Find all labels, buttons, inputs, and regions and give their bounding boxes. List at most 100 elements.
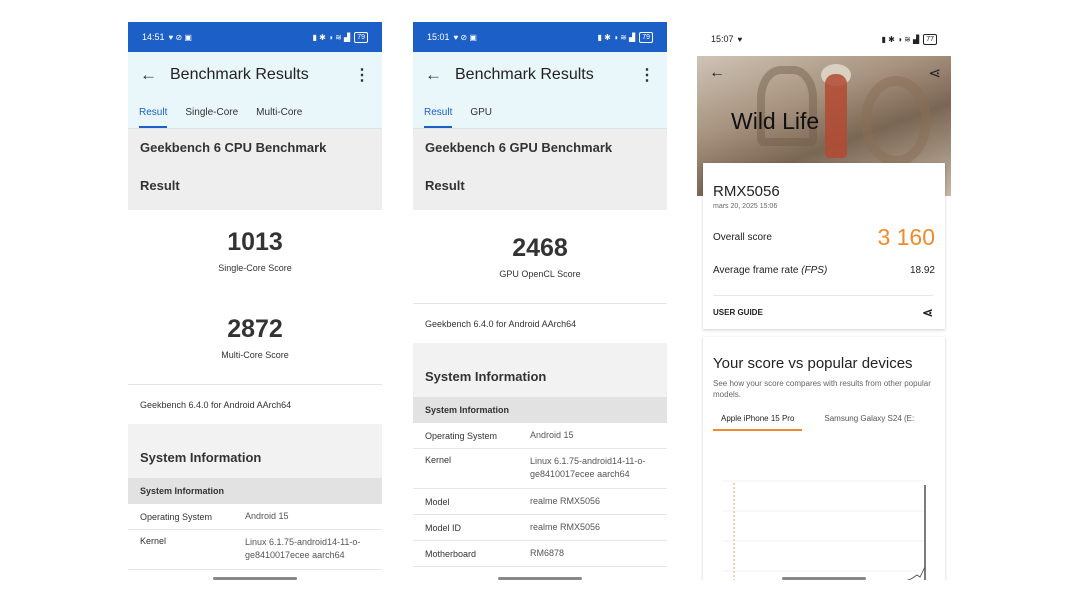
benchmark-header: Geekbench 6 GPU Benchmark Result [413, 129, 667, 210]
score-value: 1013 [227, 228, 283, 256]
status-time: 14:51 [142, 32, 165, 42]
overall-score-value: 3 160 [877, 224, 935, 250]
benchmark-title: Wild Life [731, 108, 820, 134]
version-text: Geekbench 6.4.0 for Android AArch64 [413, 303, 667, 343]
row-value: Android 15 [530, 430, 574, 440]
score-value: 2872 [227, 315, 283, 343]
table-row: Operating System Android 15 [128, 504, 382, 530]
status-time: 15:07 [711, 34, 734, 44]
frame-rate-unit: (FPS) [801, 265, 828, 276]
home-indicator[interactable] [498, 577, 582, 580]
hero-decoration [861, 76, 931, 166]
table-row: Model ID realme RMX5056 [413, 515, 667, 541]
frame-rate-label: Average frame rate (FPS) [713, 265, 827, 276]
table-row: Kernel Linux 6.1.75-android14-11-o-ge841… [413, 449, 667, 489]
row-value: realme RMX5056 [530, 522, 601, 532]
tab-result[interactable]: Result [139, 97, 168, 128]
system-icons: ▮ ✱ ◑ ≋ ▟ [881, 34, 920, 44]
result-heading: Result [140, 178, 180, 193]
hero-character [825, 74, 847, 158]
geekbench-gpu-screen: 15:01 ♥ ⊘ ▣ ▮ ✱ ◑ ≋ ▟ 79 ← Benchmark Resul… [413, 22, 667, 580]
tab-single-core[interactable]: Single-Core [185, 97, 238, 128]
row-key: Motherboard [425, 548, 477, 559]
benchmark-title: Geekbench 6 GPU Benchmark [425, 140, 613, 155]
row-value: Android 15 [245, 511, 289, 521]
table-row: Model realme RMX5056 [413, 489, 667, 515]
status-bar: 15:01 ♥ ⊘ ▣ ▮ ✱ ◑ ≋ ▟ 79 [413, 22, 667, 52]
share-icon[interactable]: ⋖ [922, 305, 933, 321]
system-information-heading: System Information [128, 424, 382, 478]
tab-bar: Result GPU [413, 97, 667, 129]
user-guide-link[interactable]: USER GUIDE [713, 308, 763, 317]
benchmark-header: Geekbench 6 CPU Benchmark Result [128, 129, 382, 210]
back-arrow-icon[interactable]: ← [140, 65, 170, 85]
more-vert-icon[interactable]: ⋮ [639, 65, 655, 85]
score-card: RMX5056 mars 20, 2025 15:06 Overall scor… [703, 163, 945, 329]
comparison-card: Your score vs popular devices See how yo… [703, 337, 945, 580]
row-value: Linux 6.1.75-android14-11-o-ge8410017ece… [245, 537, 361, 560]
device-name: RMX5056 [713, 183, 780, 200]
back-arrow-icon[interactable]: ← [425, 65, 455, 85]
frame-rate-row: Average frame rate (FPS) 18.92 [713, 265, 935, 276]
table-row: Motherboard RM6878 [413, 541, 667, 567]
row-value: RM6878 [530, 548, 565, 558]
back-arrow-icon[interactable]: ← [709, 64, 725, 82]
tab-gpu[interactable]: GPU [470, 97, 492, 128]
test-date: mars 20, 2025 15:06 [713, 203, 778, 210]
system-information-subheading: System Information [128, 478, 382, 504]
battery-icon: 79 [354, 31, 368, 43]
row-key: Operating System [140, 511, 213, 522]
frame-rate-value: 18.92 [909, 265, 935, 276]
battery-icon: 79 [639, 31, 653, 43]
score-label: GPU OpenCL Score [499, 269, 581, 279]
table-row: Operating System Android 15 [413, 423, 667, 449]
page-title: Benchmark Results [170, 65, 309, 83]
row-key: Operating System [425, 430, 498, 441]
notification-icons: ♥ [737, 34, 743, 44]
notification-icons: ♥ ⊘ ▣ [453, 32, 477, 42]
row-value: Linux 6.1.75-android14-11-o-ge8410017ece… [530, 456, 646, 479]
benchmark-title: Geekbench 6 CPU Benchmark [140, 140, 327, 155]
overall-score-row: Overall score 3 160 [713, 224, 935, 251]
home-indicator[interactable] [213, 577, 297, 580]
tab-samsung-galaxy-s24[interactable]: Samsung Galaxy S24 (E: [816, 414, 922, 431]
more-vert-icon[interactable]: ⋮ [354, 65, 370, 85]
table-row: Kernel Linux 6.1.75-android14-11-o-ge841… [128, 530, 382, 570]
tab-multi-core[interactable]: Multi-Core [256, 97, 302, 128]
score-label: Single-Core Score [218, 263, 292, 273]
tab-result[interactable]: Result [424, 97, 453, 128]
comparison-title: Your score vs popular devices [713, 355, 913, 372]
gpu-opencl-score: 2468 GPU OpenCL Score [413, 210, 667, 303]
row-key: Kernel [425, 455, 452, 465]
battery-icon: 77 [923, 33, 937, 45]
row-value: realme RMX5056 [530, 496, 601, 506]
version-text: Geekbench 6.4.0 for Android AArch64 [128, 384, 382, 424]
system-information-subheading: System Information [413, 397, 667, 423]
row-key: Model ID [425, 522, 462, 533]
tab-bar: Result Single-Core Multi-Core [128, 97, 382, 129]
multi-core-score: 2872 Multi-Core Score [128, 297, 382, 384]
score-distribution-chart [723, 480, 926, 580]
home-indicator[interactable] [782, 577, 866, 580]
score-value: 2468 [512, 234, 568, 262]
status-bar: 15:07 ♥ ▮ ✱ ◑ ≋ ▟ 77 [697, 22, 951, 56]
device-tabs: Apple iPhone 15 Pro Samsung Galaxy S24 (… [713, 414, 935, 431]
notification-icons: ♥ ⊘ ▣ [168, 32, 192, 42]
user-guide-row[interactable]: USER GUIDE ⋖ [713, 295, 933, 329]
result-heading: Result [425, 178, 465, 193]
app-bar: ← Benchmark Results ⋮ [413, 52, 667, 97]
single-core-score: 1013 Single-Core Score [128, 210, 382, 297]
3dmark-wild-life-screen: 15:07 ♥ ▮ ✱ ◑ ≋ ▟ 77 ← ⋖ Wild Life RMX5056… [697, 22, 951, 580]
comparison-description: See how your score compares with results… [713, 379, 931, 399]
status-bar: 14:51 ♥ ⊘ ▣ ▮ ✱ ◑ ≋ ▟ 79 [128, 22, 382, 52]
share-icon[interactable]: ⋖ [928, 64, 941, 82]
tab-apple-iphone-15-pro[interactable]: Apple iPhone 15 Pro [713, 414, 803, 431]
row-key: Model [425, 496, 450, 507]
status-time: 15:01 [427, 32, 450, 42]
score-label: Multi-Core Score [221, 350, 289, 360]
geekbench-cpu-screen: 14:51 ♥ ⊘ ▣ ▮ ✱ ◑ ≋ ▟ 79 ← Benchmark Resul… [128, 22, 382, 580]
page-title: Benchmark Results [455, 65, 594, 83]
app-bar: ← Benchmark Results ⋮ [128, 52, 382, 97]
row-key: Kernel [140, 536, 167, 546]
system-icons: ▮ ✱ ◑ ≋ ▟ [597, 32, 636, 42]
